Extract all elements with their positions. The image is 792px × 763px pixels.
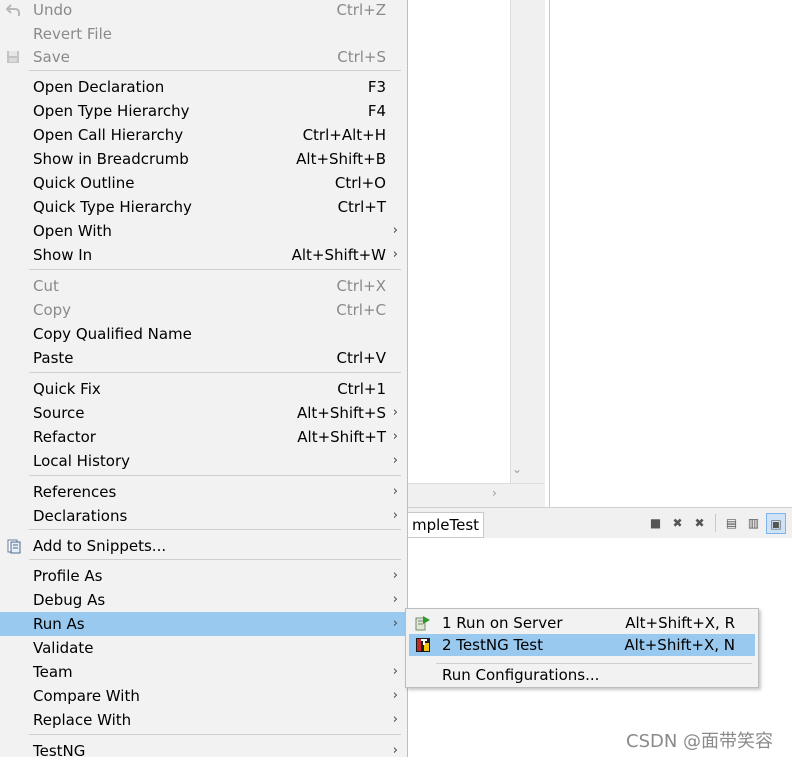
menu-item-open-call-hierarchy[interactable]: Open Call Hierarchy Ctrl+Alt+H — [0, 123, 407, 147]
menu-item-add-to-snippets[interactable]: Add to Snippets... — [0, 534, 407, 558]
chevron-right-icon: › — [392, 484, 398, 499]
chevron-right-icon: › — [392, 616, 398, 631]
toolbar-divider — [715, 514, 716, 532]
undo-icon — [5, 2, 21, 18]
chevron-right-icon: › — [392, 664, 398, 679]
editor-vertical-scrollbar[interactable] — [510, 0, 545, 507]
word-wrap-icon[interactable]: ▥ — [744, 513, 763, 533]
menu-item-undo[interactable]: Undo Ctrl+Z — [0, 0, 407, 22]
menu-item-source[interactable]: Source Alt+Shift+S › — [0, 401, 407, 425]
menu-item-replace-with[interactable]: Replace With › — [0, 708, 407, 732]
menu-item-open-with[interactable]: Open With › — [0, 219, 407, 243]
chevron-right-icon: › — [392, 688, 398, 703]
chevron-right-icon: › — [392, 247, 398, 262]
menu-item-show-in-breadcrumb[interactable]: Show in Breadcrumb Alt+Shift+B — [0, 147, 407, 171]
menu-item-quick-fix[interactable]: Quick Fix Ctrl+1 — [0, 377, 407, 401]
show-console-icon[interactable]: ▣ — [766, 513, 786, 534]
scroll-lock-icon[interactable]: ▤ — [722, 513, 741, 533]
outline-panel — [549, 0, 792, 507]
chevron-down-icon[interactable]: ⌄ — [512, 462, 522, 476]
menu-divider — [29, 70, 401, 71]
chevron-right-icon: › — [392, 453, 398, 468]
menu-item-declarations[interactable]: Declarations › — [0, 504, 407, 528]
menu-divider — [29, 559, 401, 560]
menu-divider — [29, 475, 401, 476]
menu-item-copy[interactable]: Copy Ctrl+C — [0, 298, 407, 322]
menu-item-paste[interactable]: Paste Ctrl+V — [0, 346, 407, 370]
menu-item-copy-qualified-name[interactable]: Copy Qualified Name — [0, 322, 407, 346]
chevron-right-icon: › — [392, 743, 398, 758]
chevron-right-icon[interactable]: › — [492, 486, 497, 500]
menu-divider — [29, 734, 401, 735]
terminate-icon[interactable]: ■ — [646, 513, 665, 533]
menu-item-cut[interactable]: Cut Ctrl+X — [0, 274, 407, 298]
menu-item-local-history[interactable]: Local History › — [0, 449, 407, 473]
tab-test-class[interactable]: mpleTest — [408, 512, 485, 538]
menu-item-compare-with[interactable]: Compare With › — [0, 684, 407, 708]
menu-divider — [29, 529, 401, 530]
submenu-item-run-on-server[interactable]: 1 Run on Server Alt+Shift+X, R — [409, 612, 755, 634]
menu-item-save[interactable]: Save Ctrl+S — [0, 45, 407, 69]
chevron-right-icon: › — [392, 405, 398, 420]
chevron-right-icon: › — [392, 508, 398, 523]
run-as-submenu: 1 Run on Server Alt+Shift+X, R 2 TestNG … — [405, 608, 759, 688]
menu-item-profile-as[interactable]: Profile As › — [0, 564, 407, 588]
menu-item-quick-type-hierarchy[interactable]: Quick Type Hierarchy Ctrl+T — [0, 195, 407, 219]
menu-divider — [29, 372, 401, 373]
menu-item-team[interactable]: Team › — [0, 660, 407, 684]
menu-item-run-as[interactable]: Run As › — [0, 612, 407, 636]
chevron-right-icon: › — [392, 429, 398, 444]
remove-all-launches-icon[interactable]: ✖ — [690, 513, 709, 533]
menu-item-references[interactable]: References › — [0, 480, 407, 504]
testng-icon — [415, 637, 431, 653]
context-menu: Undo Ctrl+Z Revert File Save Ctrl+S Open… — [0, 0, 408, 760]
chevron-right-icon: › — [392, 568, 398, 583]
submenu-item-testng-test[interactable]: 2 TestNG Test Alt+Shift+X, N — [409, 634, 755, 656]
remove-launch-icon[interactable]: ✖ — [668, 513, 687, 533]
chevron-right-icon: › — [392, 223, 398, 238]
menu-item-testng[interactable]: TestNG › — [0, 739, 407, 763]
run-on-server-icon — [415, 615, 431, 631]
save-icon — [5, 49, 21, 65]
view-toolbar: ■ ✖ ✖ ▤ ▥ ▣ — [646, 513, 786, 534]
menu-item-revert-file[interactable]: Revert File — [0, 22, 407, 46]
menu-item-show-in[interactable]: Show In Alt+Shift+W › — [0, 243, 407, 267]
menu-item-refactor[interactable]: Refactor Alt+Shift+T › — [0, 425, 407, 449]
menu-item-validate[interactable]: Validate — [0, 636, 407, 660]
chevron-right-icon: › — [392, 712, 398, 727]
menu-item-open-type-hierarchy[interactable]: Open Type Hierarchy F4 — [0, 99, 407, 123]
menu-divider — [29, 269, 401, 270]
submenu-item-run-configurations[interactable]: Run Configurations... — [409, 664, 755, 686]
chevron-right-icon: › — [392, 592, 398, 607]
menu-item-quick-outline[interactable]: Quick Outline Ctrl+O — [0, 171, 407, 195]
menu-item-open-declaration[interactable]: Open Declaration F3 — [0, 75, 407, 99]
editor-horizontal-scrollbar[interactable] — [408, 483, 544, 508]
menu-item-debug-as[interactable]: Debug As › — [0, 588, 407, 612]
snippets-icon — [5, 538, 21, 554]
watermark: CSDN @面带笑容 — [626, 731, 774, 752]
